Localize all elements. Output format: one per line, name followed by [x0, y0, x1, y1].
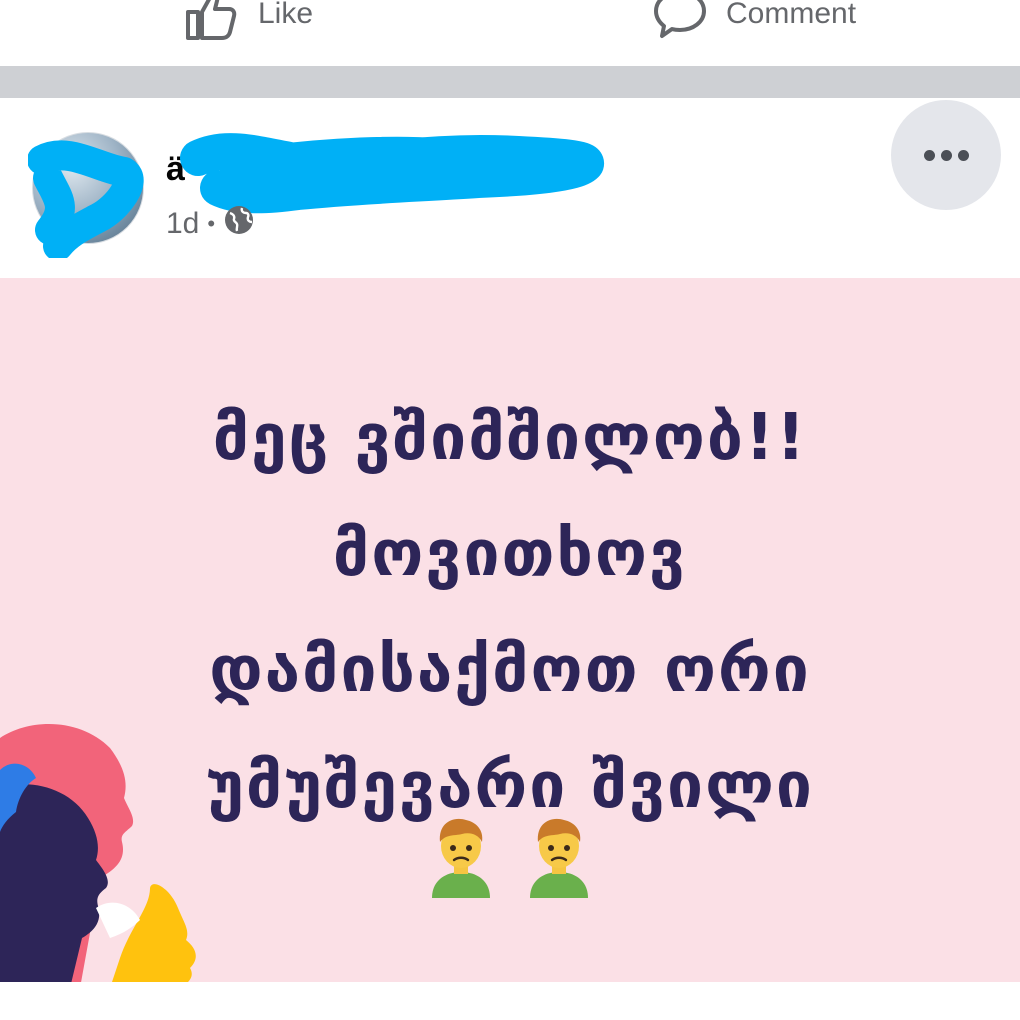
comment-button[interactable]: Comment — [652, 0, 856, 42]
like-button[interactable]: Like — [184, 0, 313, 42]
post-timestamp[interactable]: 1d — [166, 207, 199, 241]
post-meta: 1d • — [166, 204, 255, 244]
thumbs-up-icon — [184, 0, 240, 42]
post-action-bar: Like Comment — [0, 0, 1020, 66]
post-message-line: მეც ვშიმშილობ!! — [212, 401, 808, 475]
man-frowning-emoji — [432, 818, 490, 898]
comment-bubble-icon — [652, 0, 708, 42]
feed-separator — [0, 66, 1020, 98]
meta-separator: • — [207, 211, 216, 236]
post-message-line: დამისაქმოთ ორი — [209, 633, 811, 707]
man-frowning-emoji — [530, 818, 588, 898]
post-body: მეც ვშიმშილობ!! მოვითხოვ დამისაქმოთ ორი … — [0, 278, 1020, 982]
comment-label: Comment — [726, 0, 857, 30]
more-options-button[interactable] — [891, 100, 1001, 210]
globe-icon[interactable] — [223, 204, 255, 244]
post-message: მეც ვშიმშილობ!! მოვითხოვ დამისაქმოთ ორი … — [0, 380, 1020, 844]
avatar-redaction-scribble — [28, 140, 144, 258]
like-label: Like — [258, 0, 314, 30]
emoji-row — [0, 812, 1020, 898]
post-message-line: მოვითხოვ — [332, 517, 688, 591]
post-header: ä 1d • — [0, 98, 1020, 278]
post-footer — [0, 982, 1020, 1020]
more-horizontal-icon — [923, 149, 935, 161]
